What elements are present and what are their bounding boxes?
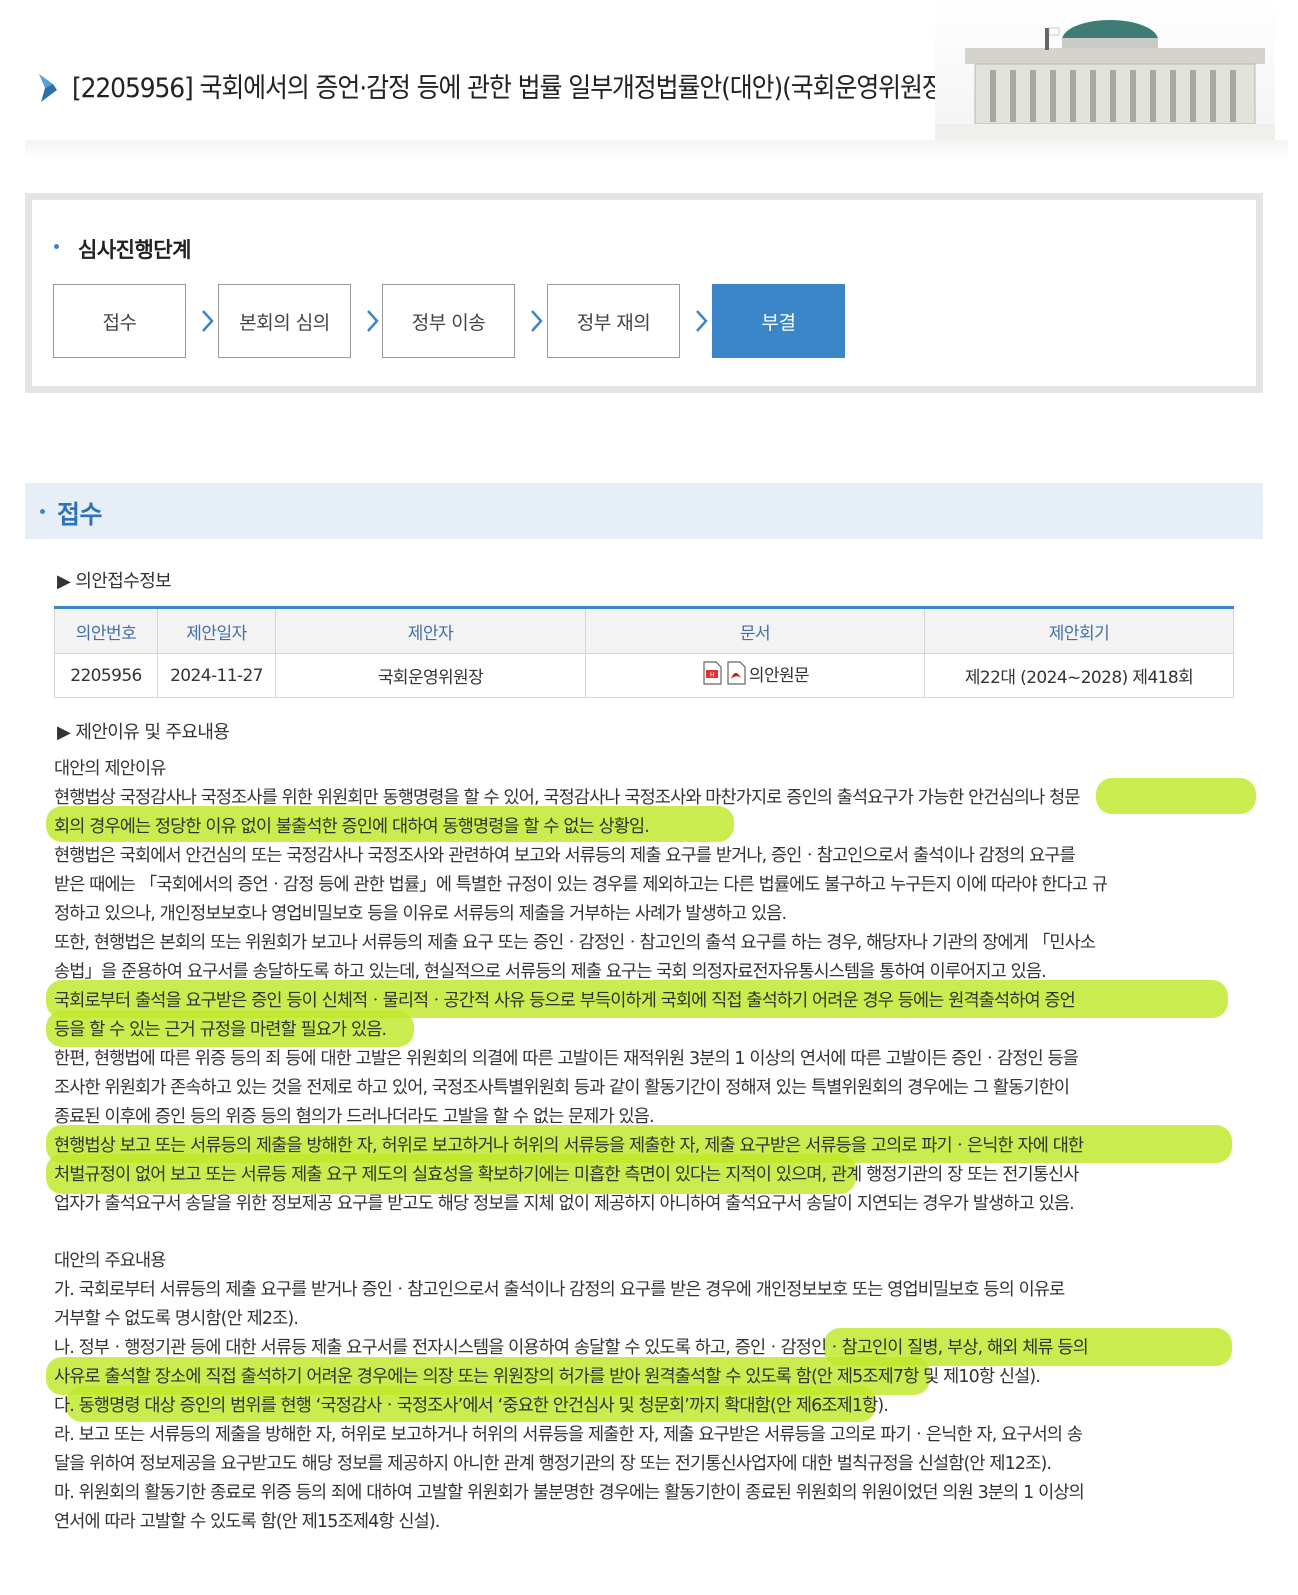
chevron-right-icon xyxy=(696,310,708,332)
cell-bill-no: 2205956 xyxy=(54,653,158,698)
reason-main-heading: ▶ 제안이유 및 주요내용 xyxy=(57,722,230,743)
cell-proposer: 국회운영위원장 xyxy=(275,653,586,698)
col-header-bill-no: 의안번호 xyxy=(54,607,158,654)
table-row: 2205956 2024-11-27 국회운영위원장 H 의안원문 제22대 (… xyxy=(54,653,1234,698)
document-link[interactable]: 의안원문 xyxy=(749,661,810,686)
reason-line: 현행법은 국회에서 안건심의 또는 국정감사나 국정조사와 관련하여 보고와 서… xyxy=(54,846,1076,866)
col-header-proposer: 제안자 xyxy=(275,607,586,654)
chevron-right-icon xyxy=(531,310,543,332)
main-line: 마. 위원회의 활동기한 종료로 위증 등의 죄에 대하여 고발할 위원회가 불… xyxy=(54,1483,1085,1503)
main-line: 달을 위하여 정보제공을 요구받고도 해당 정보를 제공하지 아니한 관계 행정… xyxy=(54,1454,1052,1474)
reason-line: 조사한 위원회가 존속하고 있는 것을 전제로 하고 있어, 국정조사특별위원회… xyxy=(54,1078,1070,1098)
building-illustration xyxy=(935,0,1275,155)
reason-line: 송법」을 준용하여 요구서를 송달하도록 하고 있는데, 현실적으로 서류등의 … xyxy=(54,962,1047,982)
cell-session: 제22대 (2024~2028) 제418회 xyxy=(924,653,1234,698)
pdf-file-icon[interactable] xyxy=(725,661,747,685)
step-received[interactable]: 접수 xyxy=(53,284,186,358)
reason-line: 국회로부터 출석을 요구받은 증인 등이 신체적ㆍ물리적ㆍ공간적 사유 등으로 … xyxy=(54,991,1076,1011)
svg-text:H: H xyxy=(710,672,714,679)
step-transfer[interactable]: 정부 이송 xyxy=(382,284,515,358)
step-reconsider[interactable]: 정부 재의 xyxy=(547,284,680,358)
chevron-right-icon xyxy=(202,310,214,332)
cell-document: H 의안원문 xyxy=(585,653,925,698)
main-heading: 대안의 주요내용 xyxy=(54,1251,166,1271)
section-header: 접수 xyxy=(25,483,1263,539)
main-line: 거부할 수 없도록 명시함(안 제2조). xyxy=(54,1309,299,1329)
reason-line: 정하고 있으나, 개인정보보호나 영업비밀보호 등을 이유로 서류등의 제출을 … xyxy=(54,904,787,924)
section-title: 접수 xyxy=(57,500,103,529)
reason-line: 종료된 이후에 증인 등의 위증 등의 혐의가 드러나더라도 고발을 할 수 없… xyxy=(54,1107,655,1127)
bullet-icon xyxy=(54,244,59,249)
stage-panel: 심사진행단계 접수 본회의 심의 정부 이송 정부 재의 부결 xyxy=(25,193,1263,393)
col-header-document: 문서 xyxy=(585,607,925,654)
main-line: 가. 국회로부터 서류등의 제출 요구를 받거나 증인ㆍ참고인으로서 출석이나 … xyxy=(54,1280,1065,1300)
reason-line: 회의 경우에는 정당한 이유 없이 불출석한 증인에 대하여 동행명령을 할 수… xyxy=(54,817,650,837)
hwp-file-icon[interactable]: H xyxy=(701,661,723,685)
reason-line: 등을 할 수 있는 근거 규정을 마련할 필요가 있음. xyxy=(54,1020,387,1040)
page-header: [2205956] 국회에서의 증언·감정 등에 관한 법률 일부개정법률안(대… xyxy=(0,0,1298,170)
reason-line: 현행법상 보고 또는 서류등의 제출을 방해한 자, 허위로 보고하거나 허위의… xyxy=(54,1136,1084,1156)
main-line: 다. 동행명령 대상 증인의 범위를 현행 ‘국정감사ㆍ국정조사’에서 ‘중요한… xyxy=(54,1396,889,1416)
main-line: 라. 보고 또는 서류등의 제출을 방해한 자, 허위로 보고하거나 허위의 서… xyxy=(54,1425,1083,1445)
main-line: 연서에 따라 고발할 수 있도록 함(안 제15조제4항 신설). xyxy=(54,1512,440,1532)
reason-block: 대안의 제안이유 현행법상 국정감사나 국정조사를 위한 위원회만 동행명령을 … xyxy=(54,755,1254,1225)
main-line: 나. 정부ㆍ행정기관 등에 대한 서류등 제출 요구서를 전자시스템을 이용하여… xyxy=(54,1338,1089,1358)
receipt-table: 의안번호 제안일자 제안자 문서 제안회기 2205956 2024-11-27… xyxy=(54,606,1234,698)
col-header-date: 제안일자 xyxy=(157,607,276,654)
step-plenary[interactable]: 본회의 심의 xyxy=(218,284,351,358)
receipt-heading: ▶ 의안접수정보 xyxy=(57,571,172,592)
step-rejected[interactable]: 부결 xyxy=(712,284,845,358)
page-title: [2205956] 국회에서의 증언·감정 등에 관한 법률 일부개정법률안(대… xyxy=(72,73,953,104)
main-content-block: 대안의 주요내용 가. 국회로부터 서류등의 제출 요구를 받거나 증인ㆍ참고인… xyxy=(54,1247,1254,1547)
cell-date: 2024-11-27 xyxy=(157,653,276,698)
chevron-right-icon xyxy=(39,74,57,102)
reason-heading: 대안의 제안이유 xyxy=(54,759,166,779)
col-header-session: 제안회기 xyxy=(924,607,1234,654)
reason-line: 업자가 출석요구서 송달을 위한 정보제공 요구를 받고도 해당 정보를 지체 … xyxy=(54,1194,1075,1214)
stage-title: 심사진행단계 xyxy=(78,238,191,262)
reason-line: 현행법상 국정감사나 국정조사를 위한 위원회만 동행명령을 할 수 있어, 국… xyxy=(54,788,1080,808)
reason-line: 한편, 현행법에 따른 위증 등의 죄 등에 대한 고발은 위원회의 의결에 따… xyxy=(54,1049,1079,1069)
reason-line: 처벌규정이 없어 보고 또는 서류등 제출 요구 제도의 실효성을 확보하기에는… xyxy=(54,1165,1079,1185)
main-line: 사유로 출석할 장소에 직접 출석하기 어려운 경우에는 의장 또는 위원장의 … xyxy=(54,1367,1041,1387)
reason-line: 받은 때에는 「국회에서의 증언ㆍ감정 등에 관한 법률」에 특별한 규정이 있… xyxy=(54,875,1108,895)
reason-line: 또한, 현행법은 본회의 또는 위원회가 보고나 서류등의 제출 요구 또는 증… xyxy=(54,933,1096,953)
chevron-right-icon xyxy=(367,310,379,332)
header-band xyxy=(25,140,1288,160)
bullet-icon xyxy=(40,509,45,514)
